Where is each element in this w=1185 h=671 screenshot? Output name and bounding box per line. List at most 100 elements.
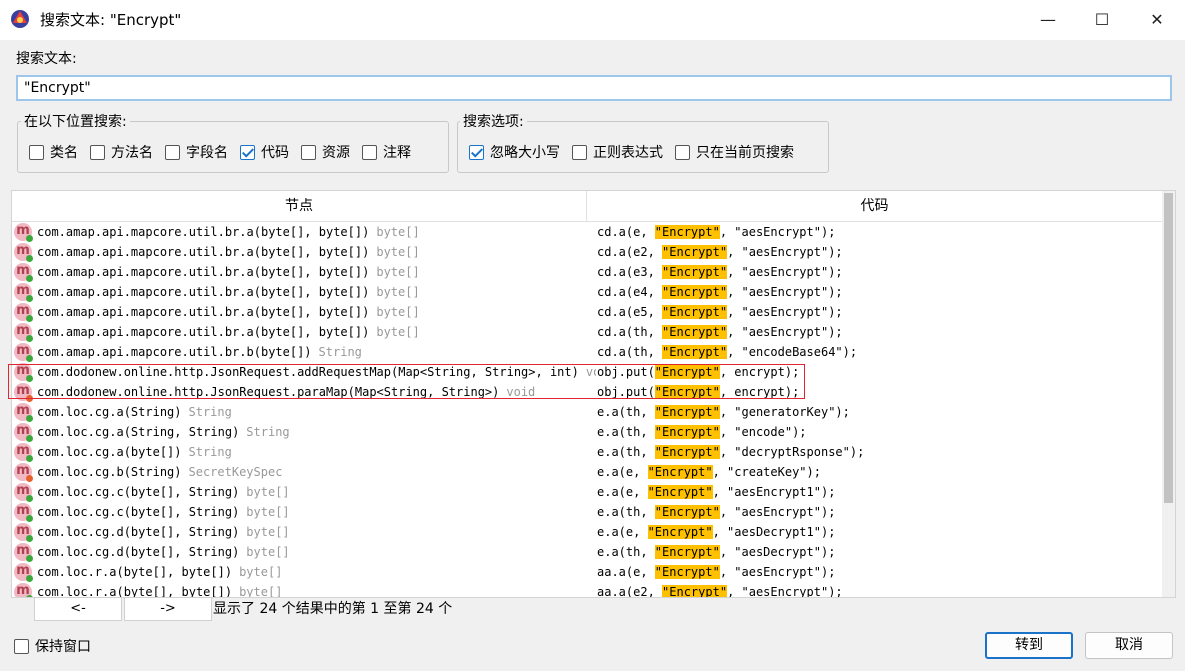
scrollbar-thumb[interactable] (1164, 193, 1173, 503)
method-icon: m (14, 303, 33, 322)
checkbox-box[interactable] (572, 144, 587, 160)
column-header-code[interactable]: 代码 (587, 191, 1162, 221)
column-header-node[interactable]: 节点 (12, 191, 586, 221)
window-title: 搜索文本: "Encrypt" (40, 11, 182, 29)
maximize-button[interactable]: ☐ (1079, 0, 1125, 40)
node-signature: com.amap.api.mapcore.util.br.a(byte[], b… (37, 285, 370, 299)
keep-window-checkbox[interactable]: 保持窗口 (14, 634, 91, 658)
checkbox-方法名[interactable]: 方法名 (90, 140, 153, 164)
node-text: com.loc.cg.c(byte[], String) byte[] (37, 482, 290, 502)
table-row[interactable]: m com.loc.cg.d(byte[], String) byte[] e.a(e… (12, 522, 1162, 542)
checkbox-资源[interactable]: 资源 (301, 140, 350, 164)
table-row[interactable]: m com.amap.api.mapcore.util.br.a(byte[], … (12, 302, 1162, 322)
code-suffix: , "encodeBase64"); (727, 345, 858, 359)
search-text-label: 搜索文本: (16, 51, 77, 67)
table-row[interactable]: m com.loc.cg.a(String) String e.a(th, "Encr… (12, 402, 1162, 422)
code-prefix: e.a(e, (597, 465, 648, 479)
node-cell: m com.loc.cg.c(byte[], String) byte[] (12, 482, 596, 502)
method-icon: m (14, 463, 33, 482)
code-prefix: cd.a(e2, (597, 245, 663, 259)
node-cell: m com.loc.cg.d(byte[], String) byte[] (12, 542, 596, 562)
close-button[interactable]: ✕ (1134, 0, 1180, 40)
node-text: com.loc.cg.c(byte[], String) byte[] (37, 502, 290, 522)
checkbox-box[interactable] (362, 144, 377, 160)
checkbox-box[interactable] (301, 144, 316, 160)
code-prefix: cd.a(th, (597, 325, 663, 339)
node-text: com.amap.api.mapcore.util.br.a(byte[], b… (37, 262, 420, 282)
access-dot-icon (26, 495, 33, 502)
table-row[interactable]: m com.amap.api.mapcore.util.br.a(byte[], … (12, 242, 1162, 262)
checkbox-box[interactable] (469, 144, 484, 160)
checkbox-box[interactable] (240, 144, 255, 160)
code-prefix: e.a(th, (597, 445, 655, 459)
checkbox-只在当前页搜索[interactable]: 只在当前页搜索 (675, 140, 794, 164)
checkbox-label: 方法名 (111, 145, 153, 161)
node-text: com.amap.api.mapcore.util.br.a(byte[], b… (37, 222, 420, 242)
code-keyword-highlight: "Encrypt" (647, 465, 713, 479)
app-logo-icon (11, 10, 29, 28)
code-suffix: , "aesEncrypt"); (719, 565, 836, 579)
method-icon: m (14, 323, 33, 342)
node-return-type: String (318, 345, 362, 359)
keep-window-checkbox-box[interactable] (14, 638, 29, 654)
checkbox-正则表达式[interactable]: 正则表达式 (572, 140, 663, 164)
code-prefix: e.a(th, (597, 505, 655, 519)
checkbox-box[interactable] (165, 144, 180, 160)
table-row[interactable]: m com.amap.api.mapcore.util.br.a(byte[], … (12, 322, 1162, 342)
method-icon: m (14, 563, 33, 582)
method-icon: m (14, 263, 33, 282)
table-row[interactable]: m com.amap.api.mapcore.util.br.b(byte[]) S… (12, 342, 1162, 362)
table-row[interactable]: m com.loc.cg.c(byte[], String) byte[] e.a(t… (12, 502, 1162, 522)
table-row[interactable]: m com.loc.cg.a(String, String) String e.a(t… (12, 422, 1162, 442)
code-cell: e.a(th, "Encrypt", "aesDecrypt"); (597, 542, 835, 562)
checkbox-box[interactable] (29, 144, 44, 160)
table-header: 节点 代码 (12, 191, 1162, 222)
node-return-type: String (246, 425, 290, 439)
code-suffix: , "aesEncrypt"); (727, 265, 843, 279)
checkbox-忽略大小写[interactable]: 忽略大小写 (469, 140, 560, 164)
cancel-button[interactable]: 取消 (1085, 632, 1173, 659)
code-cell: e.a(th, "Encrypt", "decryptRsponse"); (597, 442, 864, 462)
goto-button[interactable]: 转到 (985, 632, 1073, 659)
table-row[interactable]: m com.amap.api.mapcore.util.br.a(byte[], … (12, 222, 1162, 242)
node-text: com.amap.api.mapcore.util.br.a(byte[], b… (37, 322, 420, 342)
method-icon: m (14, 243, 33, 262)
node-signature: com.loc.cg.b(String) (37, 465, 182, 479)
table-row[interactable]: m com.amap.api.mapcore.util.br.a(byte[], … (12, 282, 1162, 302)
code-prefix: e.a(e, (597, 485, 648, 499)
node-signature: com.loc.cg.d(byte[], String) (37, 545, 240, 559)
table-row[interactable]: m com.loc.cg.d(byte[], String) byte[] e.a(t… (12, 542, 1162, 562)
node-signature: com.loc.r.a(byte[], byte[]) (37, 565, 233, 579)
table-row[interactable]: m com.loc.cg.c(byte[], String) byte[] e.a(e… (12, 482, 1162, 502)
search-options-legend: 搜索选项: (460, 113, 527, 131)
checkbox-box[interactable] (90, 144, 105, 160)
code-suffix: , "generatorKey"); (719, 405, 850, 419)
minimize-button[interactable]: — (1025, 0, 1071, 40)
table-row[interactable]: m com.loc.cg.b(String) SecretKeySpec e.a(e,… (12, 462, 1162, 482)
access-dot-icon (26, 415, 33, 422)
table-row[interactable]: m com.loc.r.a(byte[], byte[]) byte[] aa.a(e… (12, 562, 1162, 582)
node-return-type: byte[] (376, 305, 420, 319)
prev-page-button[interactable]: <- (34, 597, 122, 621)
table-row[interactable]: m com.amap.api.mapcore.util.br.a(byte[], … (12, 262, 1162, 282)
code-cell: e.a(e, "Encrypt", "createKey"); (597, 462, 821, 482)
table-row[interactable]: m com.loc.r.a(byte[], byte[]) byte[] aa.a(e… (12, 582, 1162, 597)
next-page-button[interactable]: -> (124, 597, 212, 621)
checkbox-代码[interactable]: 代码 (240, 140, 289, 164)
method-icon: m (14, 343, 33, 362)
checkbox-字段名[interactable]: 字段名 (165, 140, 228, 164)
code-prefix: cd.a(e3, (597, 265, 663, 279)
table-row[interactable]: m com.loc.cg.a(byte[]) String e.a(th, "Encr… (12, 442, 1162, 462)
checkbox-box[interactable] (675, 144, 690, 160)
node-signature: com.amap.api.mapcore.util.br.a(byte[], b… (37, 265, 370, 279)
title-bar[interactable]: 搜索文本: "Encrypt" — ☐ ✕ (0, 0, 1185, 40)
code-suffix: , "encode"); (719, 425, 807, 439)
code-cell: cd.a(e5, "Encrypt", "aesEncrypt"); (597, 302, 843, 322)
checkbox-label: 字段名 (186, 145, 228, 161)
code-suffix: , "aesEncrypt"); (719, 225, 836, 239)
node-signature: com.loc.cg.a(String) (37, 405, 182, 419)
node-cell: m com.amap.api.mapcore.util.br.b(byte[]) S… (12, 342, 596, 362)
checkbox-注释[interactable]: 注释 (362, 140, 411, 164)
checkbox-类名[interactable]: 类名 (29, 140, 78, 164)
search-input[interactable]: "Encrypt" (16, 75, 1172, 101)
